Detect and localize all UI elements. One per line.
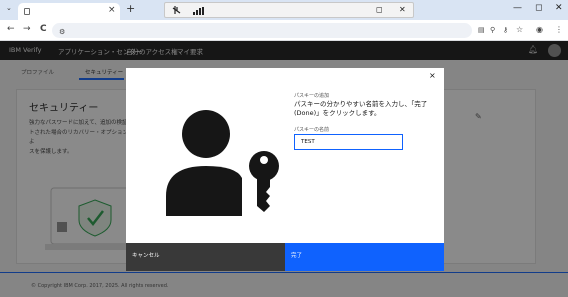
tab-search-icon[interactable]: ⌄ xyxy=(6,4,12,12)
modal-heading: パスキーの分かりやすい名前を入力し、「完了 (Done)」をクリックします。 xyxy=(294,100,428,117)
profile-icon[interactable]: ◉ xyxy=(536,25,543,34)
password-key-icon[interactable]: ⚷ xyxy=(503,26,508,34)
browser-tab[interactable]: × xyxy=(18,3,120,20)
share-close-icon[interactable]: ✕ xyxy=(399,5,406,14)
new-tab-button[interactable]: + xyxy=(126,2,135,15)
page-action-icon[interactable]: ▤ xyxy=(478,26,485,34)
tab-close-icon[interactable]: × xyxy=(108,5,116,15)
cancel-button[interactable]: キャンセル xyxy=(126,243,285,271)
page-icon xyxy=(24,8,30,15)
done-button[interactable]: 完了 xyxy=(285,243,444,271)
modal-label: パスキーの追加 xyxy=(294,93,330,99)
close-icon[interactable]: × xyxy=(429,71,436,80)
site-settings-icon[interactable]: ⚙ xyxy=(59,28,65,36)
zoom-icon[interactable]: ⚲ xyxy=(490,26,495,34)
address-bar[interactable]: ⚙ xyxy=(52,23,472,38)
minimize-button[interactable]: — xyxy=(513,3,522,13)
user-passkey-icon xyxy=(166,110,283,216)
back-button[interactable]: ← xyxy=(7,24,15,34)
maximize-button[interactable]: ◻ xyxy=(535,3,542,13)
forward-button[interactable]: → xyxy=(23,24,31,34)
signal-icon xyxy=(193,7,204,15)
restore-icon[interactable]: ◻ xyxy=(376,5,383,14)
screen-share-bar: ◻ ✕ xyxy=(164,2,414,18)
reload-button[interactable]: C xyxy=(40,24,47,34)
browser-toolbar: ← → C ⚙ ▤ ⚲ ⚷ ☆ ◉ ⋮ xyxy=(0,20,568,41)
browser-menu-icon[interactable]: ⋮ xyxy=(555,25,563,34)
add-passkey-modal: × パスキーの追加 パスキーの分かりやすい名前を入力し、「完了 (Done)」を… xyxy=(126,68,444,271)
window-close-button[interactable]: ✕ xyxy=(555,3,563,13)
passkey-name-input[interactable] xyxy=(294,134,403,150)
bookmark-star-icon[interactable]: ☆ xyxy=(516,25,523,34)
passkey-name-label: パスキーの名前 xyxy=(294,127,330,133)
mute-icon[interactable] xyxy=(172,5,182,17)
